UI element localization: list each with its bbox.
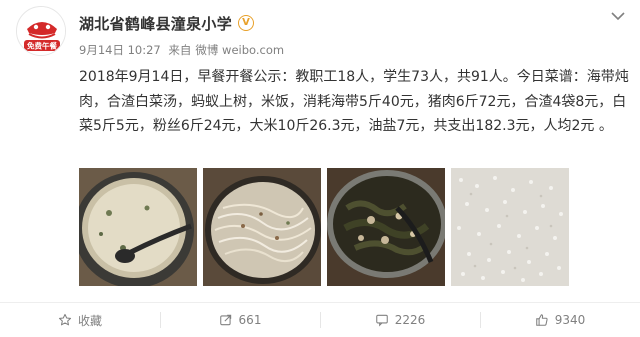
- post-meta: 9月14日 10:27 来自 微博 weibo.com: [79, 42, 288, 58]
- more-options-button[interactable]: [608, 8, 628, 24]
- favorite-button[interactable]: 收藏: [0, 303, 160, 337]
- repost-button[interactable]: 661: [160, 303, 320, 337]
- source-prefix: 来自: [168, 43, 192, 57]
- post-source-link[interactable]: 微博 weibo.com: [195, 43, 284, 57]
- verified-badge-icon: V: [238, 15, 255, 31]
- like-count: 9340: [554, 313, 586, 327]
- free-lunch-logo: 免费午餐: [17, 7, 65, 55]
- comment-icon: [375, 314, 388, 327]
- photo-vermicelli[interactable]: [203, 168, 321, 286]
- comment-button[interactable]: 2226: [320, 303, 480, 337]
- post-date[interactable]: 9月14日 10:27: [79, 43, 161, 57]
- action-bar: 收藏 661 2226 9340: [0, 303, 640, 337]
- repost-count: 661: [238, 313, 262, 327]
- avatar[interactable]: 免费午餐: [16, 6, 66, 56]
- chevron-down-icon: [611, 11, 625, 20]
- photo-kelp-pork[interactable]: [327, 168, 445, 286]
- avatar-badge-text: 免费午餐: [27, 41, 57, 51]
- repost-icon: [219, 314, 231, 326]
- post-text: 2018年9月14日，早餐开餐公示：教职工18人，学生73人，共91人。今日菜谱…: [79, 69, 629, 134]
- favorite-label: 收藏: [77, 313, 102, 328]
- author-row: 湖北省鹤峰县潼泉小学 V: [79, 13, 255, 34]
- photo-grid: [79, 168, 569, 286]
- star-icon: [58, 313, 72, 326]
- like-button[interactable]: 9340: [480, 303, 640, 337]
- comment-count: 2226: [394, 313, 426, 327]
- photo-rice[interactable]: [451, 168, 569, 286]
- photo-cabbage-soup[interactable]: [79, 168, 197, 286]
- thumbs-up-icon: [535, 314, 548, 326]
- author-name[interactable]: 湖北省鹤峰县潼泉小学: [79, 13, 232, 34]
